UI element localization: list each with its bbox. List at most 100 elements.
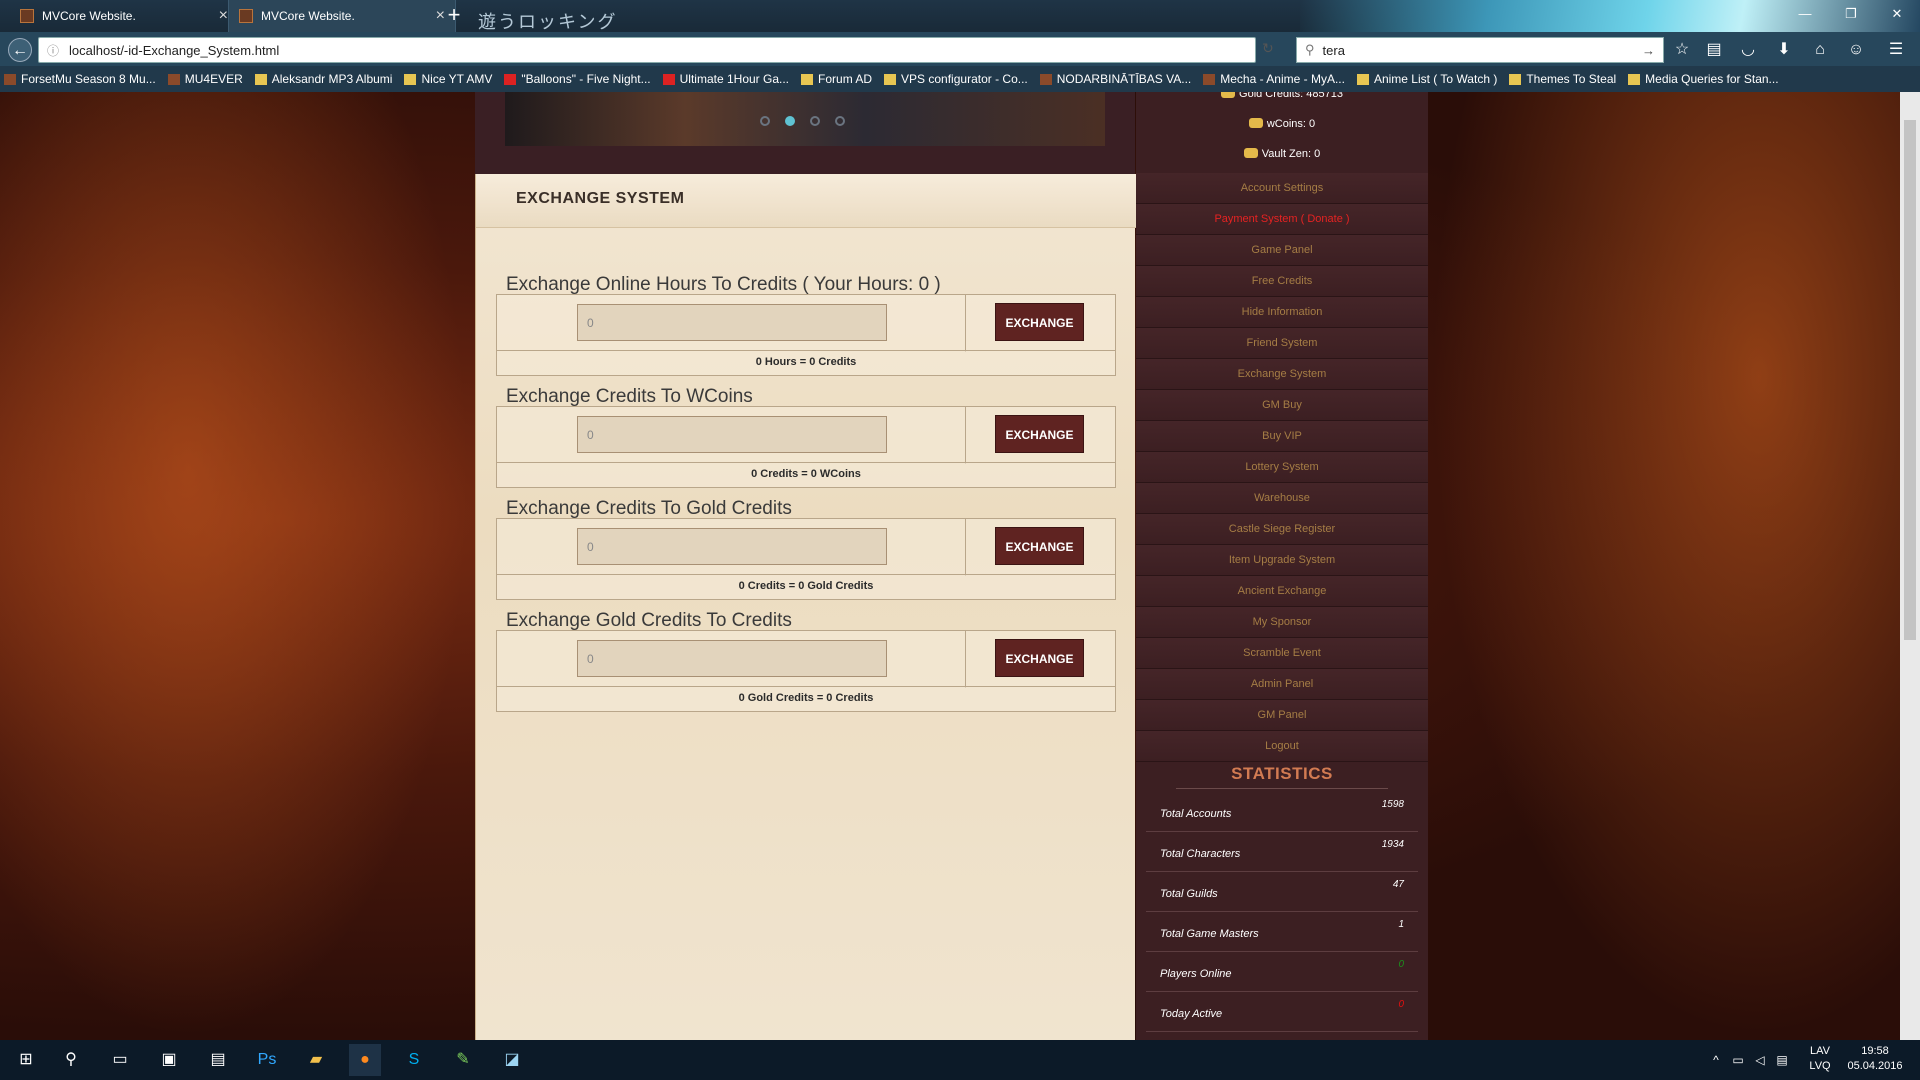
sidebar-item-free-credits[interactable]: Free Credits	[1136, 266, 1428, 297]
sidebar-item-account-settings[interactable]: Account Settings	[1136, 173, 1428, 204]
search-query: tera	[1322, 42, 1345, 58]
sidebar-item-admin-panel[interactable]: Admin Panel	[1136, 669, 1428, 700]
close-tab-icon[interactable]: ×	[219, 7, 228, 25]
hello-icon[interactable]: ☺	[1844, 38, 1868, 62]
site-favicon-icon	[239, 9, 253, 23]
gold-credits-stat: Gold Credits: 485713	[1136, 92, 1428, 100]
favicon-icon	[1039, 73, 1052, 85]
sidebar-item-gm-panel[interactable]: GM Panel	[1136, 700, 1428, 731]
firefox-icon[interactable]: ●	[349, 1044, 381, 1076]
exchange-amount-input[interactable]: 0	[577, 528, 887, 565]
sidebar-item-game-panel[interactable]: Game Panel	[1136, 235, 1428, 266]
sidebar-item-payment-system[interactable]: Payment System ( Donate )	[1136, 204, 1428, 235]
volume-icon[interactable]: ◁	[1750, 1044, 1770, 1076]
url-bar[interactable]: ⓘ localhost/-id-Exchange_System.html	[38, 37, 1256, 63]
menu-icon[interactable]: ☰	[1884, 38, 1908, 62]
app-icon[interactable]: ◪	[496, 1044, 528, 1076]
slider-dot[interactable]	[835, 116, 845, 126]
tab-1[interactable]: MVCore Website. ×	[10, 0, 238, 32]
stat-row: Players Online 0	[1146, 952, 1418, 992]
scrollbar-thumb[interactable]	[1904, 120, 1916, 640]
exchange-amount-input[interactable]: 0	[577, 304, 887, 341]
bookmark-item[interactable]: Themes To Steal	[1509, 72, 1616, 86]
background-glow-left	[0, 92, 470, 1040]
exchange-button[interactable]: EXCHANGE	[995, 527, 1084, 565]
new-tab-button[interactable]: +	[440, 2, 468, 30]
exchange-button[interactable]: EXCHANGE	[995, 303, 1084, 341]
download-icon[interactable]: ⬇	[1772, 38, 1796, 62]
file-explorer-icon[interactable]: ▰	[300, 1044, 332, 1076]
app-icon[interactable]: ▤	[202, 1044, 234, 1076]
close-window-button[interactable]: ✕	[1874, 0, 1920, 28]
exchange-button[interactable]: EXCHANGE	[995, 415, 1084, 453]
theme-japanese-text: 遊うロッキング	[478, 12, 618, 32]
sidebar-item-exchange-system[interactable]: Exchange System	[1136, 359, 1428, 390]
tab-2[interactable]: MVCore Website. ×	[228, 0, 456, 32]
sidebar-item-scramble-event[interactable]: Scramble Event	[1136, 638, 1428, 669]
bookmark-star-icon[interactable]: ☆	[1670, 38, 1694, 62]
bookmark-item[interactable]: Anime List ( To Watch )	[1356, 72, 1497, 86]
network-icon[interactable]: ▭	[1728, 1044, 1748, 1076]
page-header: EXCHANGE SYSTEM	[476, 174, 1136, 228]
search-input[interactable]: ⚲ tera →	[1296, 37, 1664, 63]
skype-icon[interactable]: S	[398, 1044, 430, 1076]
bookmark-item[interactable]: "Balloons" - Five Night...	[504, 72, 651, 86]
exchange-button[interactable]: EXCHANGE	[995, 639, 1084, 677]
task-view-icon[interactable]: ▭	[104, 1044, 136, 1076]
photoshop-icon[interactable]: Ps	[251, 1044, 283, 1076]
system-clock[interactable]: 19:58 05.04.2016	[1840, 1044, 1910, 1074]
exchange-amount-input[interactable]: 0	[577, 640, 887, 677]
input-language[interactable]: LAV LVQ	[1800, 1044, 1840, 1074]
bookmark-item[interactable]: Nice YT AMV	[404, 72, 492, 86]
notifications-icon[interactable]: ▤	[1772, 1044, 1792, 1076]
star-icon	[1628, 73, 1641, 85]
divider	[1176, 788, 1388, 789]
sidebar-item-lottery-system[interactable]: Lottery System	[1136, 452, 1428, 483]
back-button[interactable]: ←	[8, 38, 32, 62]
app-icon[interactable]: ▣	[153, 1044, 185, 1076]
bookmark-item[interactable]: Forum AD	[801, 72, 872, 86]
sidebar-item-item-upgrade-system[interactable]: Item Upgrade System	[1136, 545, 1428, 576]
bookmarks-toolbar: ForsetMu Season 8 Mu... MU4EVER Aleksand…	[0, 66, 1920, 92]
slider-dot[interactable]	[810, 116, 820, 126]
sidebar-item-gm-buy[interactable]: GM Buy	[1136, 390, 1428, 421]
sidebar-item-buy-vip[interactable]: Buy VIP	[1136, 421, 1428, 452]
show-hidden-icons[interactable]: ^	[1706, 1044, 1726, 1076]
bookmark-item[interactable]: Media Queries for Stan...	[1628, 72, 1779, 86]
sidebar-item-warehouse[interactable]: Warehouse	[1136, 483, 1428, 514]
slider-dot[interactable]	[760, 116, 770, 126]
exchange-amount-input[interactable]: 0	[577, 416, 887, 453]
restore-button[interactable]: ❐	[1828, 0, 1874, 28]
exchange-heading: Exchange Gold Credits To Credits	[506, 610, 792, 631]
notepad-plus-icon[interactable]: ✎	[447, 1044, 479, 1076]
info-icon[interactable]: ⓘ	[47, 42, 59, 59]
sidebar-item-my-sponsor[interactable]: My Sponsor	[1136, 607, 1428, 638]
windows-start-icon[interactable]: ⊞	[10, 1044, 42, 1076]
bookmark-item[interactable]: Mecha - Anime - MyA...	[1203, 72, 1345, 86]
search-icon[interactable]: ⚲	[55, 1044, 87, 1076]
sidebar-item-hide-information[interactable]: Hide Information	[1136, 297, 1428, 328]
bookmark-item[interactable]: ForsetMu Season 8 Mu...	[4, 72, 156, 86]
bookmark-item[interactable]: VPS configurator - Co...	[884, 72, 1028, 86]
bookmark-item[interactable]: MU4EVER	[167, 72, 243, 86]
sidebar-item-friend-system[interactable]: Friend System	[1136, 328, 1428, 359]
sidebar-menu: Account Settings Payment System ( Donate…	[1136, 173, 1428, 762]
sidebar-item-logout[interactable]: Logout	[1136, 731, 1428, 762]
search-go-icon[interactable]: →	[1642, 43, 1655, 58]
page-title: EXCHANGE SYSTEM	[516, 190, 685, 207]
bookmark-item[interactable]: Ultimate 1Hour Ga...	[662, 72, 789, 86]
slider-dot-active[interactable]	[785, 116, 795, 126]
sidebar-item-ancient-exchange[interactable]: Ancient Exchange	[1136, 576, 1428, 607]
tab-title: MVCore Website.	[42, 9, 136, 23]
moon-icon	[884, 73, 897, 85]
sidebar-item-castle-siege-register[interactable]: Castle Siege Register	[1136, 514, 1428, 545]
minimize-button[interactable]: —	[1782, 0, 1828, 28]
reading-list-icon[interactable]: ▤	[1702, 38, 1726, 62]
home-icon[interactable]: ⌂	[1808, 38, 1832, 62]
reload-icon[interactable]: ↻	[1262, 40, 1274, 57]
search-icon: ⚲	[1305, 42, 1315, 57]
bookmark-item[interactable]: NODARBINĀTĪBAS VA...	[1039, 72, 1191, 86]
pocket-icon[interactable]: ◡	[1736, 38, 1760, 62]
exchange-heading: Exchange Credits To Gold Credits	[506, 498, 792, 519]
bookmark-item[interactable]: Aleksandr MP3 Albumi	[254, 72, 392, 86]
